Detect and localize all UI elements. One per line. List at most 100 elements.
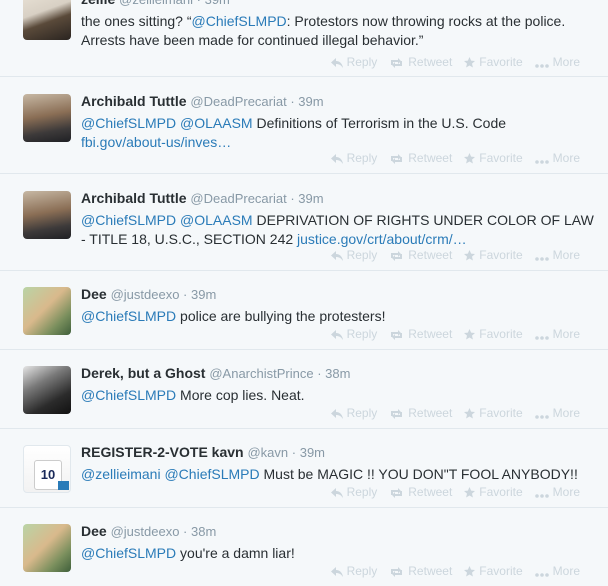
reply-button[interactable]: Reply [330,55,377,69]
favorite-button[interactable]: Favorite [464,55,523,69]
retweet-button[interactable]: Retweet [389,327,452,341]
favorite-button[interactable]: Favorite [464,151,523,165]
user-fullname[interactable]: Dee [81,523,107,539]
tweet-actions: Reply Retweet Favorite More [319,406,580,422]
user-fullname[interactable]: Archibald Tuttle [81,93,187,109]
tweet-header: Derek, but a Ghost @AnarchistPrince · 38… [81,364,594,383]
reply-icon [330,406,347,420]
user-handle[interactable]: @DeadPrecariat [190,94,286,109]
tweet-item[interactable]: Derek, but a Ghost @AnarchistPrince · 38… [0,350,608,429]
user-handle[interactable]: @justdeexo [111,524,180,539]
favorite-button[interactable]: Favorite [464,248,523,262]
favorite-button[interactable]: Favorite [464,485,523,499]
user-handle[interactable]: @AnarchistPrince [209,366,313,381]
mention-link[interactable]: @ChiefSLMPD [81,308,176,324]
mention-link[interactable]: @ChiefSLMPD [164,466,259,482]
mention-link[interactable]: @ChiefSLMPD [81,545,176,561]
reply-button[interactable]: Reply [330,564,378,578]
more-button[interactable]: More [534,406,580,420]
retweet-label: Retweet [408,55,453,69]
favorite-label: Favorite [479,406,523,420]
url-link[interactable]: justice.gov/crt/about/crm/… [297,231,467,247]
tweet-timestamp[interactable]: 39m [298,191,323,206]
time-separator: · [313,366,326,381]
more-button[interactable]: More [534,485,580,499]
more-dots-icon [534,327,553,341]
more-button[interactable]: More [534,151,580,165]
favorite-button[interactable]: Favorite [464,327,523,341]
retweet-label: Retweet [408,327,453,341]
avatar[interactable] [23,191,71,239]
favorite-label: Favorite [479,151,523,165]
reply-button[interactable]: Reply [330,485,377,499]
reply-label: Reply [346,564,378,578]
url-link[interactable]: fbi.gov/about-us/inves… [81,134,231,150]
retweet-icon [389,248,408,262]
more-button[interactable]: More [534,248,580,262]
tweet-timestamp[interactable]: 38m [191,524,216,539]
avatar[interactable] [23,287,71,335]
user-fullname[interactable]: Dee [81,286,107,302]
tweet-timestamp[interactable]: 38m [325,366,350,381]
tweet-header: Dee @justdeexo · 39m [81,285,594,304]
star-icon [464,327,479,341]
tweet-actions: Reply Retweet Favorite More [319,564,580,580]
star-icon [464,406,479,420]
user-handle[interactable]: @DeadPrecariat [190,191,286,206]
mention-link[interactable]: @zellieimani [81,466,161,482]
tweet-item[interactable]: Dee @justdeexo · 39m @ChiefSLMPD police a… [0,271,608,350]
reply-button[interactable]: Reply [330,406,377,420]
tweet-header: Archibald Tuttle @DeadPrecariat · 39m [81,92,594,111]
favorite-button[interactable]: Favorite [464,564,523,578]
time-separator: · [286,191,299,206]
avatar[interactable] [23,366,71,414]
reply-button[interactable]: Reply [330,151,377,165]
reply-button[interactable]: Reply [330,248,377,262]
more-button[interactable]: More [534,55,580,69]
tweet-item[interactable]: zellie @zellieimani · 39m the ones sittin… [0,0,608,77]
avatar[interactable] [23,0,71,40]
more-dots-icon [534,248,553,262]
badge-icon [58,481,69,490]
user-handle[interactable]: @kavn [247,445,288,460]
mention-link[interactable]: @ChiefSLMPD [81,212,176,228]
retweet-button[interactable]: Retweet [389,55,452,69]
mention-link[interactable]: @ChiefSLMPD [81,387,176,403]
reply-icon [330,151,347,165]
avatar[interactable] [23,524,71,572]
reply-button[interactable]: Reply [330,327,377,341]
favorite-label: Favorite [479,248,523,262]
retweet-button[interactable]: Retweet [389,564,452,578]
tweet-timestamp[interactable]: 39m [300,445,325,460]
tweet-item[interactable]: Archibald Tuttle @DeadPrecariat · 39m @Ch… [0,174,608,271]
tweet-item[interactable]: 10 REGISTER-2-VOTE kavn @kavn · 39m @zelli… [0,429,608,508]
tweet-timestamp[interactable]: 39m [191,287,216,302]
tweet-header: REGISTER-2-VOTE kavn @kavn · 39m [81,443,594,462]
user-handle[interactable]: @justdeexo [111,287,180,302]
avatar[interactable] [23,94,71,142]
user-fullname[interactable]: zellie [81,0,115,7]
user-fullname[interactable]: REGISTER-2-VOTE kavn [81,444,244,460]
mention-link[interactable]: @ChiefSLMPD [192,13,287,29]
tweet-text: @ChiefSLMPD @OLAASM Definitions of Terro… [81,114,594,152]
retweet-button[interactable]: Retweet [389,248,452,262]
more-button[interactable]: More [534,327,580,341]
tweet-item[interactable]: Archibald Tuttle @DeadPrecariat · 39m @Ch… [0,77,608,174]
retweet-button[interactable]: Retweet [389,151,452,165]
tweet-header: Archibald Tuttle @DeadPrecariat · 39m [81,189,594,208]
tweet-item[interactable]: Dee @justdeexo · 38m @ChiefSLMPD you're a… [0,508,608,586]
tweet-timestamp[interactable]: 39m [298,94,323,109]
tweet-timestamp[interactable]: 39m [205,0,230,7]
retweet-button[interactable]: Retweet [389,406,452,420]
user-fullname[interactable]: Archibald Tuttle [81,190,187,206]
tweet-text-segment: More cop lies. Neat. [176,387,305,403]
user-handle[interactable]: @zellieimani [119,0,193,7]
more-button[interactable]: More [534,564,580,578]
mention-link[interactable]: @OLAASM [180,212,253,228]
avatar[interactable]: 10 [23,445,71,493]
user-fullname[interactable]: Derek, but a Ghost [81,365,205,381]
retweet-button[interactable]: Retweet [389,485,452,499]
mention-link[interactable]: @ChiefSLMPD [81,115,176,131]
mention-link[interactable]: @OLAASM [180,115,253,131]
favorite-button[interactable]: Favorite [464,406,523,420]
